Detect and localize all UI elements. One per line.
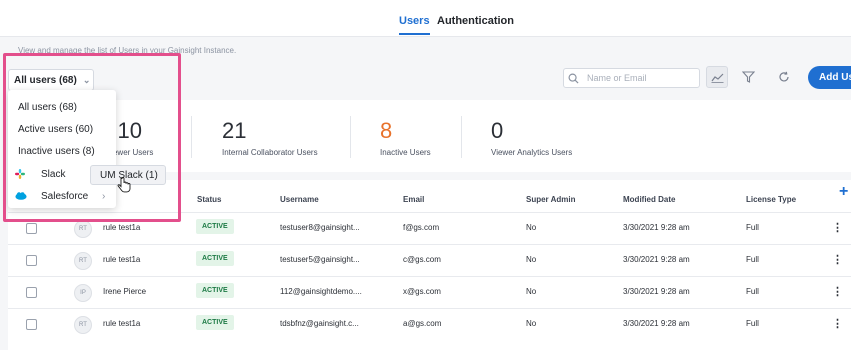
- status-badge: ACTIVE: [196, 283, 234, 298]
- avatar: RT: [74, 252, 92, 270]
- status-badge: ACTIVE: [196, 219, 234, 234]
- super-admin-cell: No: [526, 255, 537, 264]
- analytics-button[interactable]: [706, 66, 728, 88]
- email-cell: f@gs.com: [403, 223, 440, 232]
- table-row[interactable]: RT rule test1a ACTIVE testuser5@gainsigh…: [8, 244, 851, 277]
- users-header: View and manage the list of Users in you…: [0, 37, 851, 100]
- stat-viewer-analytics-users[interactable]: 0 Viewer Analytics Users: [491, 118, 573, 158]
- status-badge: ACTIVE: [196, 315, 234, 330]
- page-description: View and manage the list of Users in you…: [18, 46, 237, 55]
- row-checkbox[interactable]: [26, 287, 37, 298]
- salesforce-label: Salesforce: [41, 191, 89, 202]
- column-header-modified-date[interactable]: Modified Date: [623, 195, 675, 204]
- kebab-menu-icon[interactable]: ⋮: [832, 221, 843, 234]
- chevron-right-icon: ›: [102, 191, 106, 202]
- super-admin-cell: No: [526, 319, 537, 328]
- status-badge: ACTIVE: [196, 251, 234, 266]
- salesforce-icon: [15, 192, 27, 200]
- row-checkbox[interactable]: [26, 319, 37, 330]
- avatar: RT: [74, 220, 92, 238]
- email-cell: c@gs.com: [403, 255, 441, 264]
- add-column-icon[interactable]: +: [839, 183, 848, 201]
- refresh-button[interactable]: [773, 66, 795, 88]
- user-filter-dropdown[interactable]: All users (68) ⌄: [8, 69, 94, 91]
- search-icon: [568, 73, 579, 84]
- license-type-cell: Full: [746, 223, 759, 232]
- column-header-email[interactable]: Email: [403, 195, 424, 204]
- modified-date-cell: 3/30/2021 9:28 am: [623, 223, 690, 232]
- row-checkbox[interactable]: [26, 255, 37, 266]
- users-table: Status Username Email Super Admin Modifi…: [8, 180, 851, 350]
- kebab-menu-icon[interactable]: ⋮: [832, 253, 843, 266]
- column-header-super-admin[interactable]: Super Admin: [526, 195, 575, 204]
- column-header-license-type[interactable]: License Type: [746, 195, 796, 204]
- license-type-cell: Full: [746, 287, 759, 296]
- stat-label: Inactive Users: [380, 148, 431, 157]
- column-header-status[interactable]: Status: [197, 195, 221, 204]
- top-tab-bar: Users Authentication: [0, 0, 851, 37]
- license-type-cell: Full: [746, 255, 759, 264]
- username-cell: 112@gainsightdemo....: [280, 287, 362, 296]
- license-type-cell: Full: [746, 319, 759, 328]
- menu-item-inactive-users[interactable]: Inactive users (8): [18, 146, 95, 157]
- username-cell: tdsbfnz@gainsight.c...: [280, 319, 359, 328]
- search-input[interactable]: [585, 72, 689, 84]
- chevron-down-icon: ⌄: [82, 74, 91, 85]
- table-row[interactable]: IP Irene Pierce ACTIVE 112@gainsightdemo…: [8, 276, 851, 309]
- username-cell: testuser5@gainsight...: [280, 255, 360, 264]
- user-name: rule test1a: [103, 319, 141, 328]
- super-admin-cell: No: [526, 287, 537, 296]
- refresh-icon: [779, 71, 789, 82]
- hand-cursor-icon: [117, 177, 131, 193]
- filter-icon: [741, 71, 755, 83]
- divider: [191, 116, 192, 158]
- kebab-menu-icon[interactable]: ⋮: [832, 285, 843, 298]
- stat-value: 21: [222, 118, 247, 143]
- menu-item-salesforce[interactable]: Salesforce ›: [8, 186, 116, 206]
- stat-label: Internal Collaborator Users: [222, 148, 318, 157]
- user-stats-card: 10 Viewer Users 21 Internal Collaborator…: [8, 100, 851, 172]
- chart-line-icon: [711, 73, 723, 83]
- table-row[interactable]: RT rule test1a ACTIVE tdsbfnz@gainsight.…: [8, 308, 851, 341]
- stat-internal-collaborator-users[interactable]: 21 Internal Collaborator Users: [222, 118, 318, 158]
- table-row[interactable]: RT rule test1a ACTIVE testuser8@gainsigh…: [8, 212, 851, 245]
- stat-value: 0: [491, 118, 504, 143]
- email-cell: x@gs.com: [403, 287, 441, 296]
- modified-date-cell: 3/30/2021 9:28 am: [623, 287, 690, 296]
- slack-label: Slack: [41, 169, 66, 180]
- add-user-button[interactable]: Add Us: [808, 66, 851, 89]
- user-name: Irene Pierce: [103, 287, 147, 296]
- kebab-menu-icon[interactable]: ⋮: [832, 317, 843, 330]
- menu-item-active-users[interactable]: Active users (60): [18, 124, 93, 135]
- username-cell: testuser8@gainsight...: [280, 223, 360, 232]
- tab-users[interactable]: Users: [399, 15, 430, 35]
- user-filter-menu: All users (68) Active users (60) Inactiv…: [8, 90, 116, 208]
- avatar: RT: [74, 316, 92, 334]
- user-filter-label: All users (68): [14, 74, 77, 86]
- stat-value: 8: [380, 118, 393, 143]
- user-name: rule test1a: [103, 223, 141, 232]
- stat-label: Viewer Analytics Users: [491, 148, 573, 157]
- menu-item-all-users[interactable]: All users (68): [18, 102, 77, 113]
- slack-icon: [15, 169, 25, 179]
- modified-date-cell: 3/30/2021 9:28 am: [623, 255, 690, 264]
- super-admin-cell: No: [526, 223, 537, 232]
- column-header-username[interactable]: Username: [280, 195, 319, 204]
- search-box[interactable]: [563, 68, 700, 88]
- stat-inactive-users[interactable]: 8 Inactive Users: [380, 118, 431, 158]
- modified-date-cell: 3/30/2021 9:28 am: [623, 319, 690, 328]
- filter-button[interactable]: [737, 66, 759, 88]
- divider: [461, 116, 462, 158]
- email-cell: a@gs.com: [403, 319, 442, 328]
- avatar: IP: [74, 284, 92, 302]
- divider: [350, 116, 351, 158]
- user-name: rule test1a: [103, 255, 141, 264]
- tab-authentication[interactable]: Authentication: [437, 15, 514, 27]
- row-checkbox[interactable]: [26, 223, 37, 234]
